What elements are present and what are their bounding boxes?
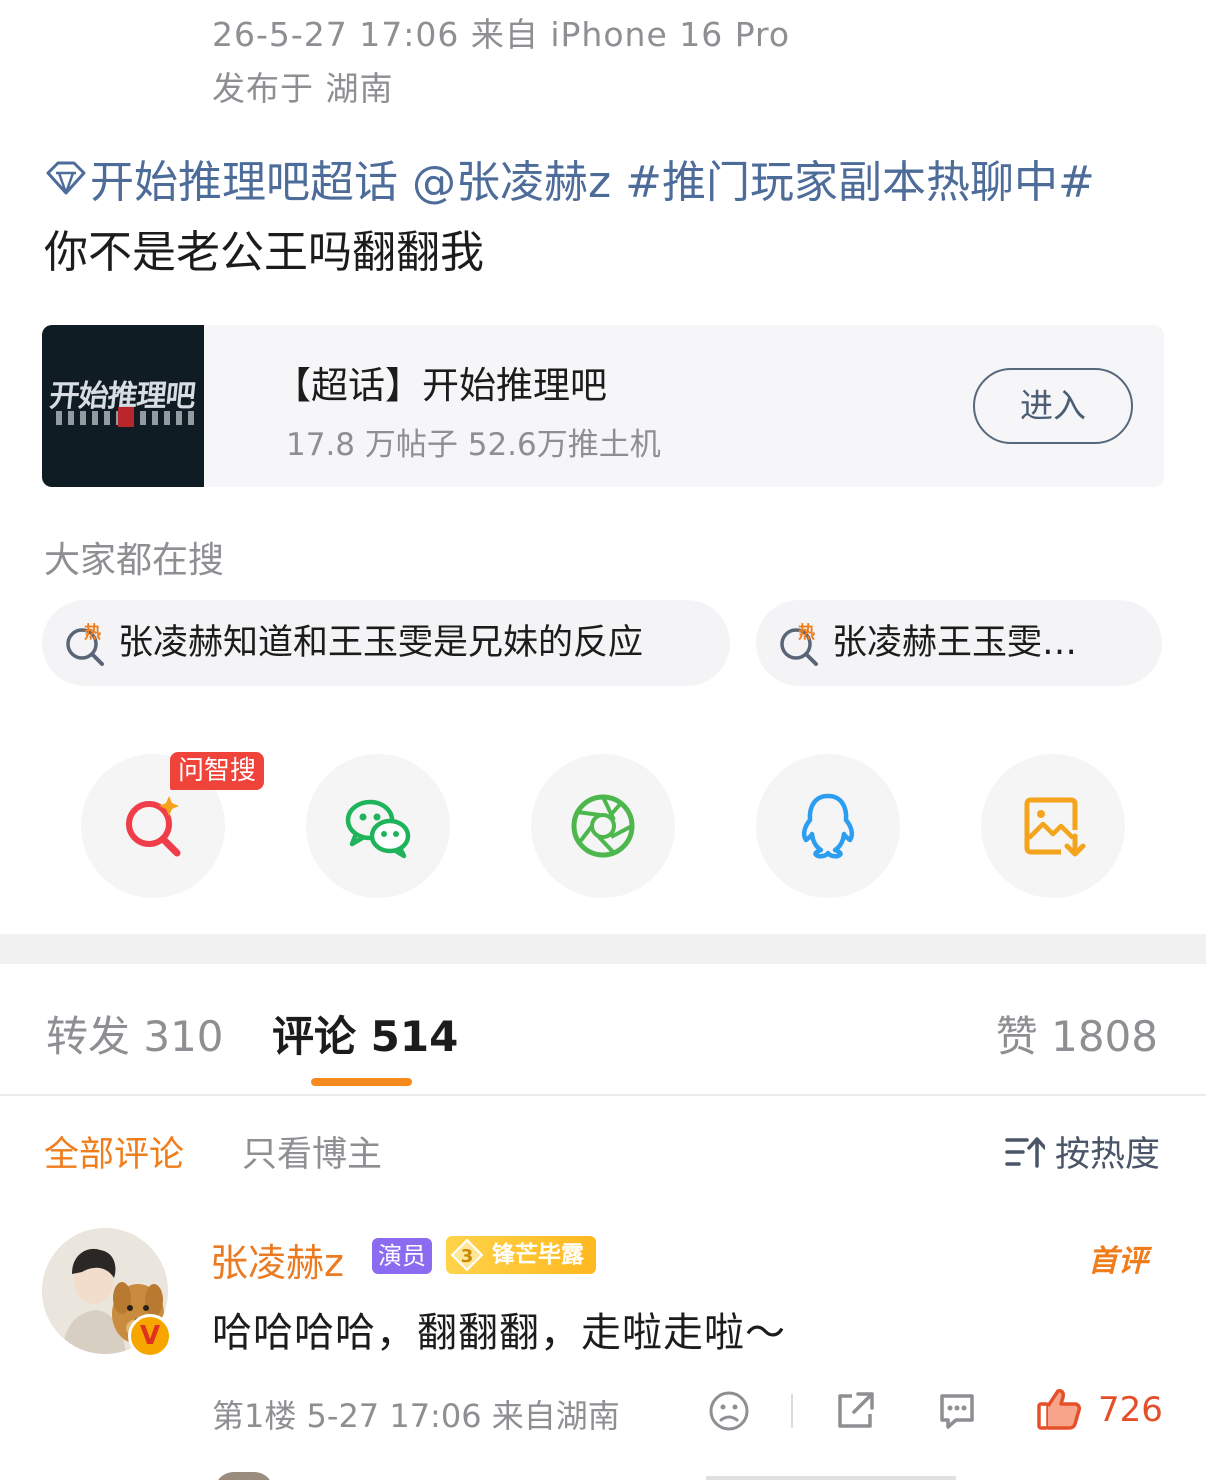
commenter-name[interactable]: 张凌赫z <box>210 1232 344 1287</box>
hashtag-link[interactable]: #推门玩家副本热聊中# <box>625 157 1095 208</box>
mention-link[interactable]: @张凌赫z <box>412 157 611 208</box>
qq-icon <box>801 793 855 859</box>
moments-icon <box>571 794 635 858</box>
fan-badge-label: 锋芒毕露 <box>492 1242 584 1268</box>
like-count: 726 <box>1098 1390 1163 1430</box>
trending-search-heading: 大家都在搜 <box>44 540 225 581</box>
trending-search-chip[interactable]: 热 张凌赫知道和王玉雯是兄妹的反应 <box>42 600 730 686</box>
hot-search-icon: 热 <box>780 622 818 666</box>
reply-comment-icon[interactable] <box>936 1390 978 1432</box>
trending-search-text: 张凌赫知道和王玉雯是兄妹的反应 <box>118 623 644 663</box>
trending-search-chip[interactable]: 热 张凌赫王玉雯… <box>756 600 1162 686</box>
tab-divider <box>0 1094 1206 1096</box>
tab-repost[interactable]: 转发 310 <box>46 1003 224 1064</box>
supertopic-thumbnail: 开始推理吧 <box>42 325 204 487</box>
supertopic-gem-icon <box>46 161 86 195</box>
section-divider <box>0 934 1206 964</box>
supertopic-card[interactable]: 开始推理吧 【超话】开始推理吧 17.8 万帖子 52.6万推土机 进入 <box>42 325 1164 487</box>
save-image-button[interactable] <box>981 754 1125 898</box>
action-divider <box>791 1394 793 1428</box>
tab-comment[interactable]: 评论 514 <box>272 1003 458 1064</box>
active-tab-indicator <box>311 1078 412 1086</box>
supertopic-title: 【超话】开始推理吧 <box>274 364 607 407</box>
svg-text:热: 热 <box>798 622 815 643</box>
ask-search-icon <box>126 796 181 857</box>
svg-text:热: 热 <box>84 622 101 643</box>
tab-like[interactable]: 赞 1808 <box>996 1003 1158 1064</box>
save-image-icon <box>1024 797 1086 857</box>
next-comment-avatar-peek <box>214 1472 274 1480</box>
share-qq-button[interactable] <box>756 754 900 898</box>
post-location: 发布于 湖南 <box>212 69 394 108</box>
sort-by-hot-button[interactable]: 按热度 <box>1005 1126 1160 1177</box>
sort-label: 按热度 <box>1054 1135 1160 1175</box>
level-diamond-icon: 3 <box>450 1238 484 1272</box>
comment-text: 哈哈哈哈，翻翻翻，走啦走啦～ <box>212 1310 786 1356</box>
verified-badge-icon: V <box>128 1314 172 1358</box>
filter-author-only[interactable]: 只看博主 <box>242 1126 382 1177</box>
share-comment-icon[interactable] <box>834 1390 876 1432</box>
like-thumb-icon[interactable] <box>1036 1386 1082 1432</box>
role-badge: 演员 <box>372 1238 432 1274</box>
sort-icon <box>1005 1137 1045 1168</box>
enter-button[interactable]: 进入 <box>973 368 1133 444</box>
fan-level-badge: 3 锋芒毕露 <box>446 1236 596 1274</box>
post-body: 开始推理吧超话 @张凌赫z #推门玩家副本热聊中# 你不是老公王吗翻翻我 <box>44 148 1174 288</box>
post-text: 你不是老公王吗翻翻我 <box>44 227 484 278</box>
supertopic-link[interactable]: 开始推理吧超话 <box>44 157 398 208</box>
trending-search-text: 张凌赫王玉雯… <box>832 623 1078 663</box>
ask-search-badge: 问智搜 <box>170 752 265 790</box>
share-moments-button[interactable] <box>531 754 675 898</box>
first-comment-tag: 首评 <box>1088 1244 1148 1279</box>
react-emoji-icon[interactable] <box>708 1390 750 1432</box>
supertopic-label: 开始推理吧超话 <box>90 157 398 208</box>
wechat-icon <box>345 799 411 859</box>
comment-meta: 第1楼 5-27 17:06 来自湖南 <box>212 1397 620 1435</box>
supertopic-stats: 17.8 万帖子 52.6万推土机 <box>286 427 661 463</box>
level-number: 3 <box>461 1246 474 1267</box>
share-wechat-button[interactable] <box>306 754 450 898</box>
hot-search-icon: 热 <box>66 622 104 666</box>
post-time-source: 26-5-27 17:06 来自 iPhone 16 Pro <box>212 15 791 54</box>
filter-all-comments[interactable]: 全部评论 <box>44 1126 184 1177</box>
